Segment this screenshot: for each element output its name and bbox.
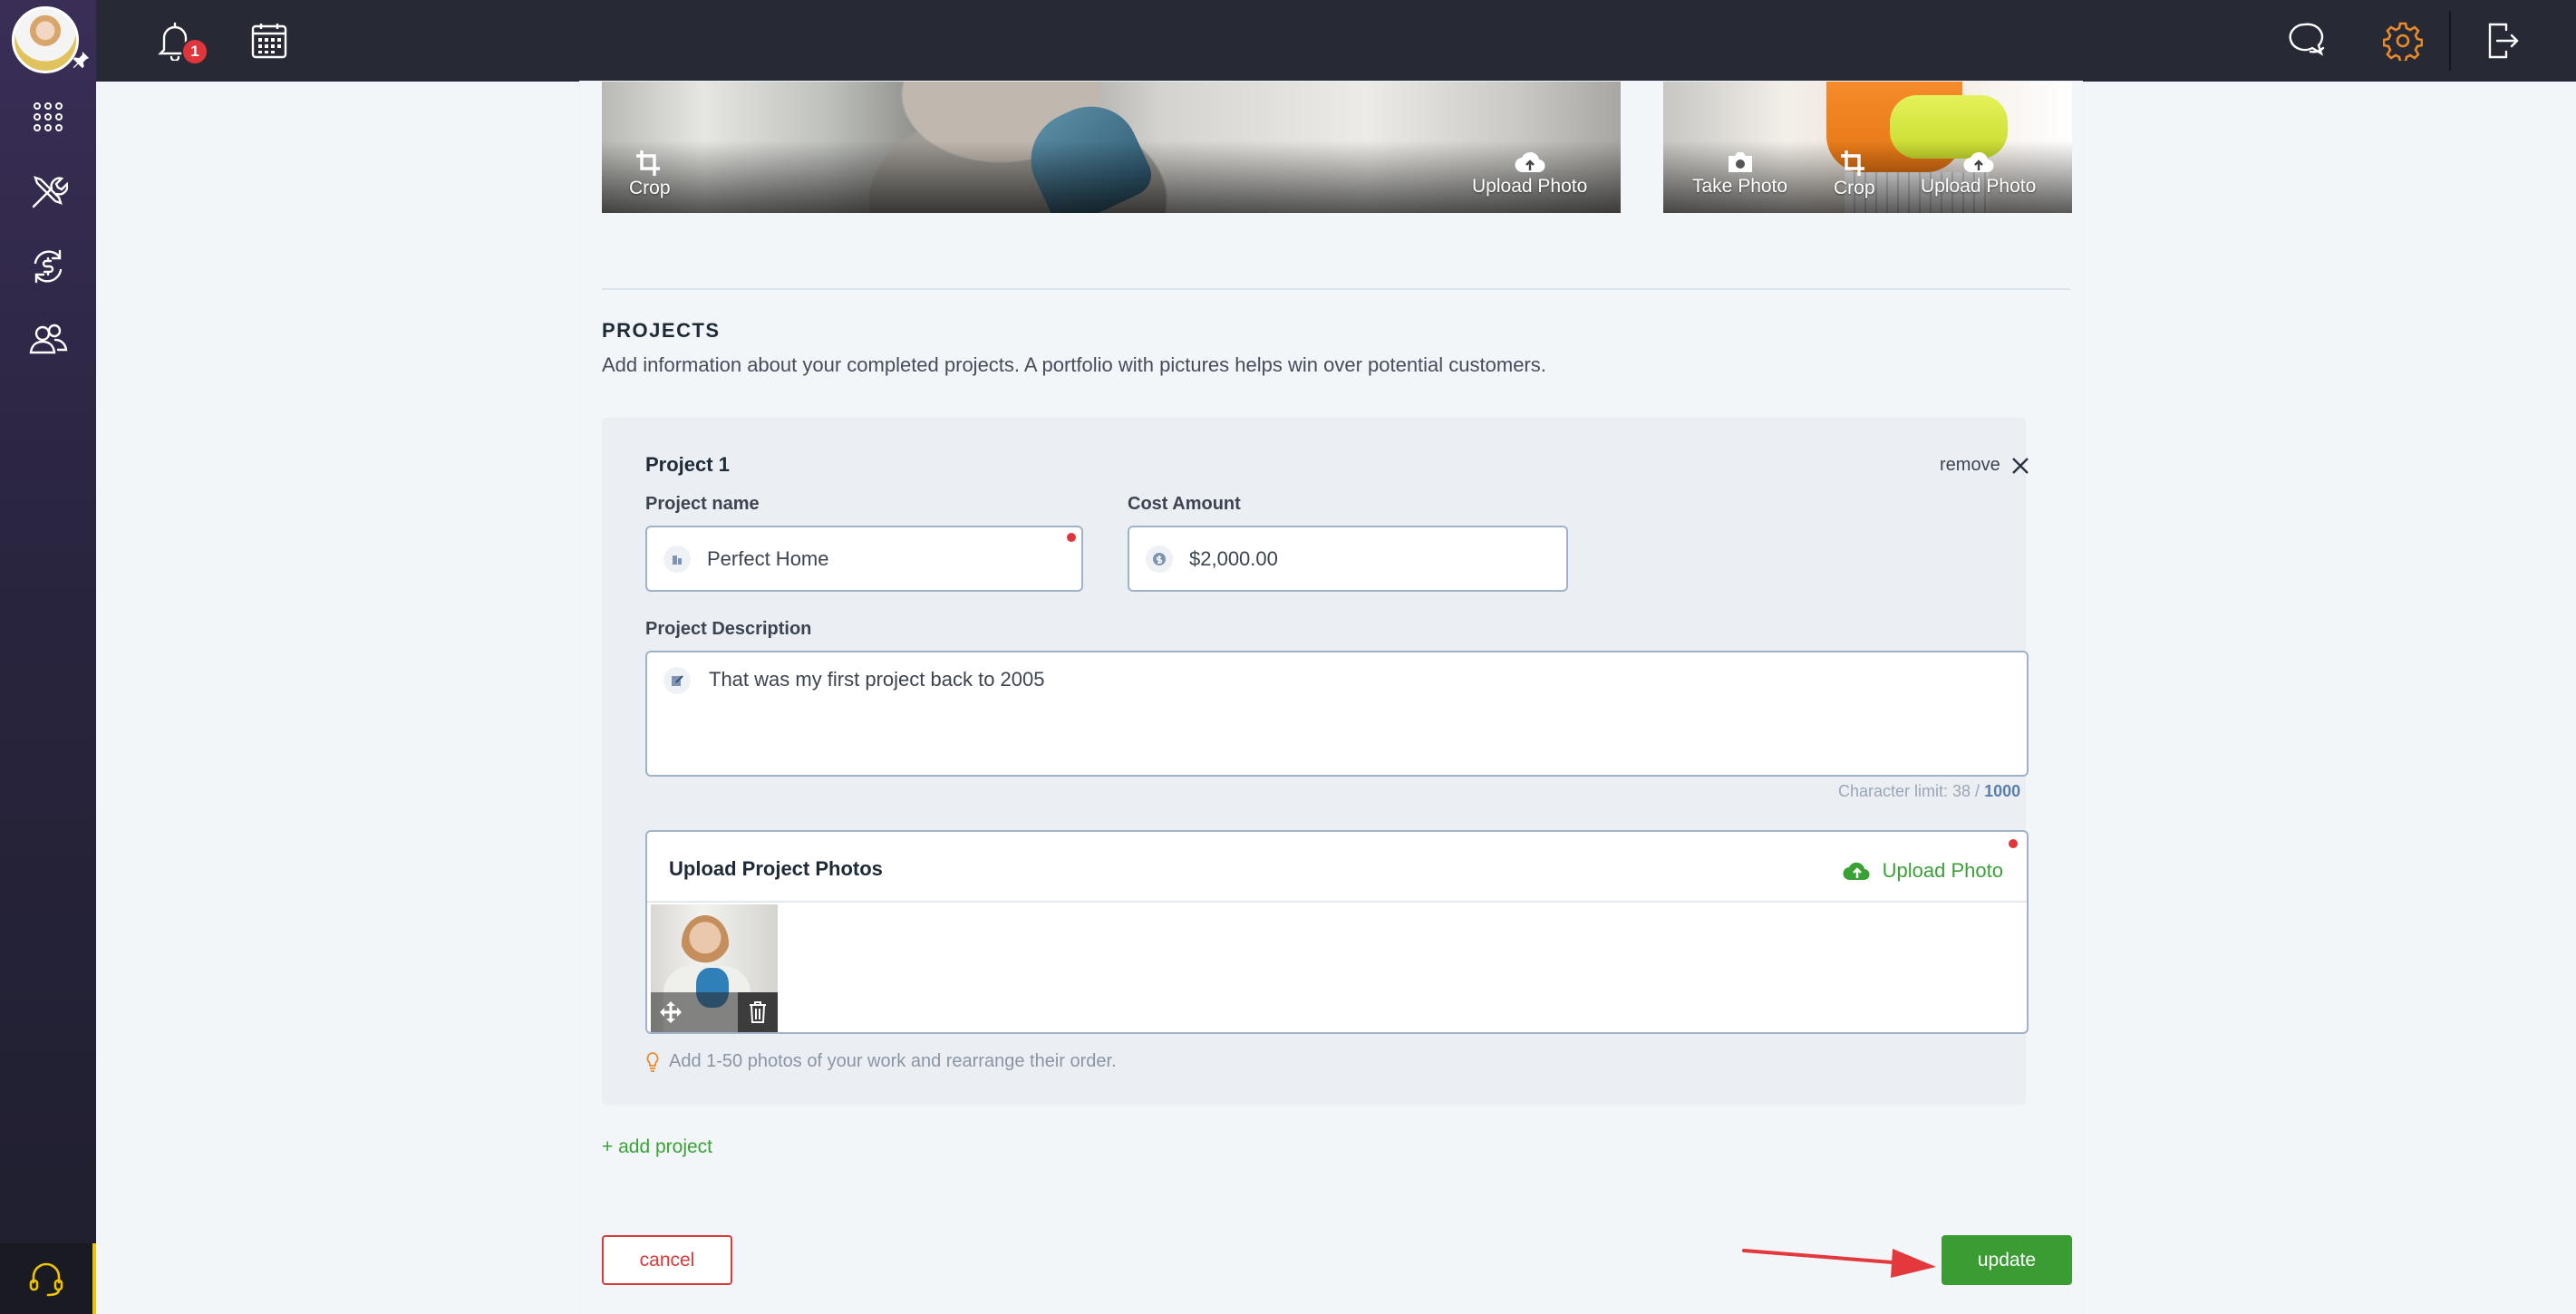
projects-title: PROJECTS (602, 319, 721, 342)
annotation-arrow (1742, 1249, 1936, 1278)
camera-icon (1728, 152, 1752, 172)
chat-icon[interactable] (2282, 16, 2331, 65)
users-icon[interactable] (24, 315, 73, 364)
cover-photo-shade (602, 140, 1621, 213)
edit-note-icon (663, 667, 691, 694)
projects-description: Add information about your completed pro… (602, 353, 1546, 376)
crop-icon (1840, 150, 1864, 176)
crop-icon (635, 150, 660, 176)
move-icon[interactable] (651, 992, 691, 1032)
project-photos-header: Upload Project Photos Upload Photo (647, 832, 2027, 903)
settings-gear-icon[interactable] (2378, 16, 2427, 65)
calendar-icon[interactable] (245, 16, 294, 65)
project-photo-thumbnail[interactable] (651, 904, 778, 1032)
required-indicator (2009, 839, 2018, 848)
character-limit: Character limit: 38 / 1000 (1838, 782, 2020, 801)
logout-icon[interactable] (2478, 16, 2527, 65)
take-photo-button[interactable]: Take Photo (1692, 150, 1787, 198)
project-name-input[interactable]: Perfect Home (645, 526, 1083, 592)
trash-icon[interactable] (738, 992, 778, 1032)
add-project-link[interactable]: + add project (602, 1136, 712, 1158)
close-icon (2011, 457, 2029, 474)
dollar-coin-icon (1146, 545, 1173, 573)
remove-label: remove (1940, 455, 2000, 475)
thumbnail-image (682, 915, 729, 971)
project-description-input[interactable]: That was my first project back to 2005 (645, 651, 2029, 777)
notification-badge: 1 (181, 38, 208, 65)
character-limit-text: Character limit: 38 / (1838, 782, 1985, 800)
photos-hint: Add 1-50 photos of your work and rearran… (645, 1051, 1117, 1072)
cost-amount-input[interactable]: $2,000.00 (1128, 526, 1568, 592)
remove-project-button[interactable]: remove (1940, 455, 2029, 476)
profile-photo: Take Photo Crop Upload Photo (1663, 82, 2072, 213)
project-photos-title: Upload Project Photos (669, 857, 883, 880)
cloud-upload-icon (1515, 151, 1545, 173)
section-divider (602, 288, 2070, 290)
project-name-label: Project name (645, 494, 760, 514)
character-limit-max: 1000 (1984, 782, 2021, 800)
cloud-upload-icon (1963, 151, 1994, 173)
project-name-value: Perfect Home (707, 546, 829, 570)
cost-amount-value: $2,000.00 (1189, 546, 1278, 570)
apps-grid-icon[interactable] (24, 92, 73, 141)
top-bar: 1 (96, 0, 2576, 82)
cover-crop-label: Crop (629, 178, 671, 198)
cover-photo: Crop Upload Photo (602, 82, 1621, 213)
cover-crop-button[interactable]: Crop (629, 150, 671, 199)
avatar[interactable] (12, 6, 79, 73)
cost-amount-label: Cost Amount (1128, 494, 1241, 514)
cloud-upload-icon (1843, 862, 1870, 881)
profile-upload-button[interactable]: Upload Photo (1921, 150, 2036, 198)
required-indicator (1067, 533, 1076, 542)
support-icon[interactable] (0, 1243, 96, 1314)
profile-crop-label: Crop (1834, 178, 1875, 198)
upload-project-photo-button[interactable]: Upload Photo (1843, 859, 2003, 883)
lightbulb-icon (646, 1051, 659, 1072)
project-title: Project 1 (645, 453, 730, 476)
update-button[interactable]: update (1942, 1235, 2072, 1285)
building-icon (663, 545, 691, 573)
tools-icon[interactable] (24, 168, 73, 217)
photos-hint-text: Add 1-50 photos of your work and rearran… (669, 1051, 1117, 1071)
profile-crop-button[interactable]: Crop (1834, 150, 1875, 199)
upload-project-photo-label: Upload Photo (1882, 859, 2003, 882)
cancel-button[interactable]: cancel (602, 1235, 732, 1285)
profile-upload-label: Upload Photo (1921, 176, 2037, 197)
cover-upload-button[interactable]: Upload Photo (1472, 150, 1587, 198)
cover-upload-label: Upload Photo (1472, 176, 1588, 197)
pin-icon[interactable] (71, 50, 91, 70)
project-description-value: That was my first project back to 2005 (709, 668, 1045, 691)
top-divider (2449, 11, 2451, 71)
money-exchange-icon[interactable] (24, 242, 73, 291)
project-description-label: Project Description (645, 619, 812, 639)
sidebar (0, 0, 96, 1314)
take-photo-label: Take Photo (1692, 176, 1788, 197)
project-photos-panel: Upload Project Photos Upload Photo (645, 830, 2029, 1034)
